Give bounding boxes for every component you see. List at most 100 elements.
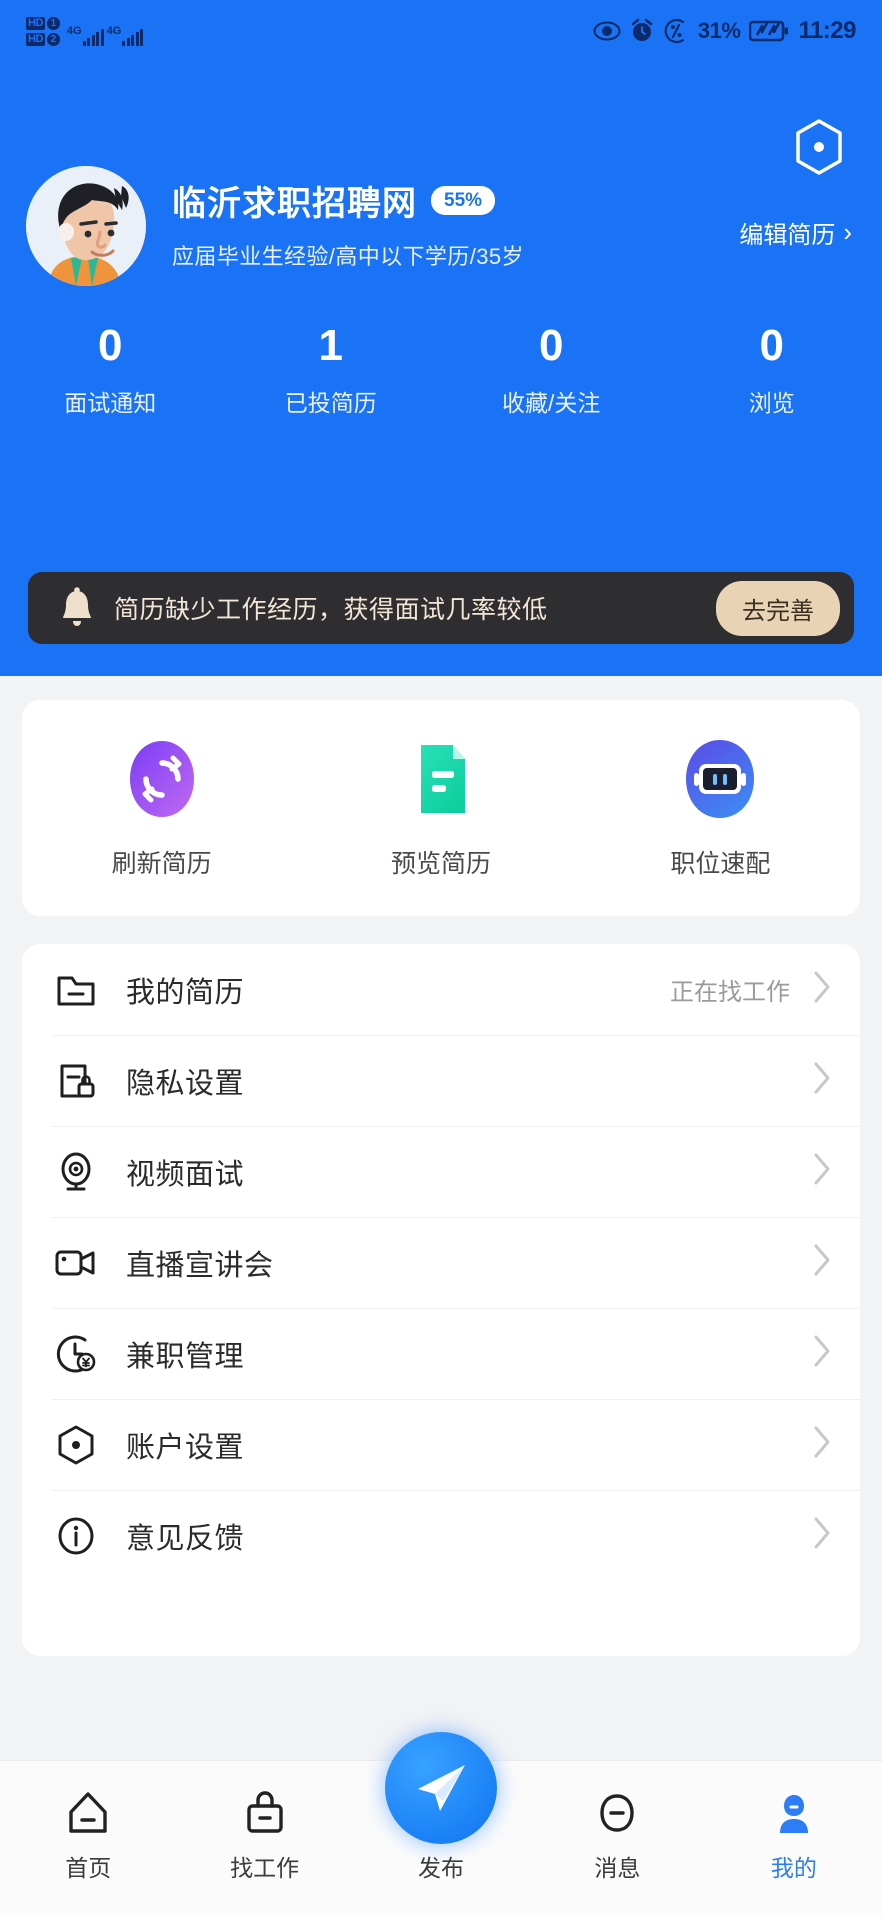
stat-sent-resumes[interactable]: 1 已投简历	[221, 320, 442, 418]
video-camera-icon	[52, 1245, 100, 1281]
stat-interview-notice[interactable]: 0 面试通知	[0, 320, 221, 418]
signal-bars-1-icon	[82, 26, 104, 46]
network-type-2: 4G	[106, 24, 122, 37]
chevron-right-icon	[812, 970, 832, 1009]
profile-block[interactable]: 临沂求职招聘网 55% 应届毕业生经验/高中以下学历/35岁	[26, 166, 524, 286]
menu-list-card: 我的简历 正在找工作 隐私设置 视频面试 直播宣讲会 兼职管理 账户设置 意见反…	[22, 944, 860, 1656]
chevron-right-icon	[812, 1334, 832, 1373]
stat-value: 0	[539, 321, 564, 370]
quick-action-job-match[interactable]: 职位速配	[581, 736, 860, 880]
privacy-lock-icon	[52, 1061, 100, 1101]
menu-item-privacy-settings[interactable]: 隐私设置	[22, 1035, 860, 1126]
header-settings-button[interactable]	[792, 118, 846, 181]
folder-icon	[52, 970, 100, 1010]
menu-item-video-interview[interactable]: 视频面试	[22, 1126, 860, 1217]
completion-badge: 55%	[431, 186, 496, 215]
profile-text: 临沂求职招聘网 55% 应届毕业生经验/高中以下学历/35岁	[172, 166, 524, 271]
stat-label: 已投简历	[284, 390, 377, 416]
app-screen: HD 1 HD 2 4G 4G 31% 11:29 临沂求职招聘网 55% 应届…	[0, 0, 882, 1916]
eye-icon	[593, 21, 621, 41]
quick-action-label: 职位速配	[670, 850, 771, 878]
stat-label: 浏览	[748, 390, 795, 416]
stat-value: 0	[759, 321, 784, 370]
quick-action-refresh-resume[interactable]: 刷新简历	[22, 736, 301, 880]
tab-label: 找工作	[230, 1855, 300, 1881]
stat-views[interactable]: 0 浏览	[662, 320, 882, 418]
document-icon	[420, 745, 465, 813]
stat-label: 收藏/关注	[502, 390, 601, 416]
chevron-right-icon	[812, 1061, 832, 1100]
status-bar-left: HD 1 HD 2 4G 4G	[26, 16, 144, 46]
network-type-1: 4G	[66, 24, 82, 37]
menu-item-feedback[interactable]: 意见反馈	[22, 1490, 860, 1581]
page-title: 临沂求职招聘网	[172, 185, 417, 223]
alarm-icon	[631, 18, 653, 41]
edit-resume-label: 编辑简历	[739, 222, 836, 249]
briefcase-icon	[242, 1787, 288, 1839]
tab-messages[interactable]: 消息	[529, 1787, 705, 1883]
tab-label: 发布	[418, 1855, 465, 1881]
signal-2: 4G	[106, 24, 144, 46]
publish-fab-button[interactable]	[385, 1732, 497, 1844]
tab-mine[interactable]: 我的	[706, 1787, 882, 1883]
stats-row: 0 面试通知 1 已投简历 0 收藏/关注 0 浏览	[0, 320, 882, 418]
home-icon	[65, 1787, 111, 1839]
quick-actions-card: 刷新简历 预览简历 职位速配	[22, 700, 860, 916]
message-icon	[594, 1787, 640, 1839]
edit-resume-button[interactable]: 编辑简历 ›	[739, 215, 852, 250]
quick-action-label: 预览简历	[390, 850, 491, 878]
stat-label: 面试通知	[64, 390, 157, 416]
chevron-right-icon	[812, 1425, 832, 1464]
tab-home[interactable]: 首页	[0, 1787, 176, 1883]
quick-action-icon-wrap	[398, 736, 484, 822]
stat-favorites[interactable]: 0 收藏/关注	[441, 320, 662, 418]
menu-item-label: 视频面试	[126, 1158, 245, 1191]
chevron-right-icon: ›	[843, 217, 852, 247]
resume-alert-banner[interactable]: 简历缺少工作经历，获得面试几率较低 去完善	[28, 572, 854, 644]
person-icon	[771, 1787, 817, 1839]
profile-name-row: 临沂求职招聘网 55%	[172, 176, 524, 225]
bell-icon	[63, 587, 91, 626]
quick-action-icon-wrap	[119, 736, 205, 822]
menu-item-parttime-management[interactable]: 兼职管理	[22, 1308, 860, 1399]
tab-find-job[interactable]: 找工作	[176, 1787, 352, 1883]
menu-item-label: 意见反馈	[126, 1522, 245, 1555]
stat-value: 1	[318, 321, 343, 370]
clock: 11:29	[798, 17, 856, 44]
quick-action-preview-resume[interactable]: 预览简历	[301, 736, 580, 880]
data-saver-icon	[664, 18, 684, 44]
menu-item-label: 我的简历	[126, 976, 245, 1009]
alert-text: 简历缺少工作经历，获得面试几率较低	[114, 596, 548, 624]
sim2-indicator: HD 2	[26, 32, 60, 46]
chevron-right-icon	[812, 1243, 832, 1282]
send-icon	[418, 1765, 465, 1811]
user-avatar-icon	[26, 166, 146, 286]
hexagon-dot-icon	[52, 1423, 100, 1467]
menu-item-label: 兼职管理	[126, 1340, 245, 1373]
menu-item-label: 隐私设置	[126, 1067, 245, 1100]
improve-resume-button[interactable]: 去完善	[716, 580, 840, 636]
quick-action-label: 刷新简历	[111, 850, 212, 878]
stat-value: 0	[98, 321, 123, 370]
chevron-right-icon	[812, 1152, 832, 1191]
menu-item-live-presentation[interactable]: 直播宣讲会	[22, 1217, 860, 1308]
tab-label: 首页	[65, 1855, 112, 1881]
hexagon-settings-icon	[796, 119, 842, 175]
hd1-label: HD	[26, 16, 45, 30]
clock-yen-icon	[52, 1333, 100, 1375]
hd2-label: HD	[26, 32, 45, 46]
robot-icon	[686, 740, 755, 818]
avatar[interactable]	[26, 166, 146, 286]
menu-item-label: 账户设置	[126, 1431, 245, 1464]
hd1-number: 1	[46, 16, 60, 30]
chevron-right-icon	[812, 1516, 832, 1555]
menu-item-value: 正在找工作	[670, 979, 790, 1006]
menu-item-my-resume[interactable]: 我的简历 正在找工作	[22, 944, 860, 1035]
signal-1: 4G	[66, 24, 104, 46]
profile-subtitle: 应届毕业生经验/高中以下学历/35岁	[172, 244, 524, 269]
battery-charging-icon	[749, 20, 789, 42]
signal-indicators: 4G 4G	[66, 24, 144, 46]
menu-item-account-settings[interactable]: 账户设置	[22, 1399, 860, 1490]
tab-label: 消息	[594, 1855, 641, 1881]
quick-action-icon-wrap	[677, 736, 763, 822]
